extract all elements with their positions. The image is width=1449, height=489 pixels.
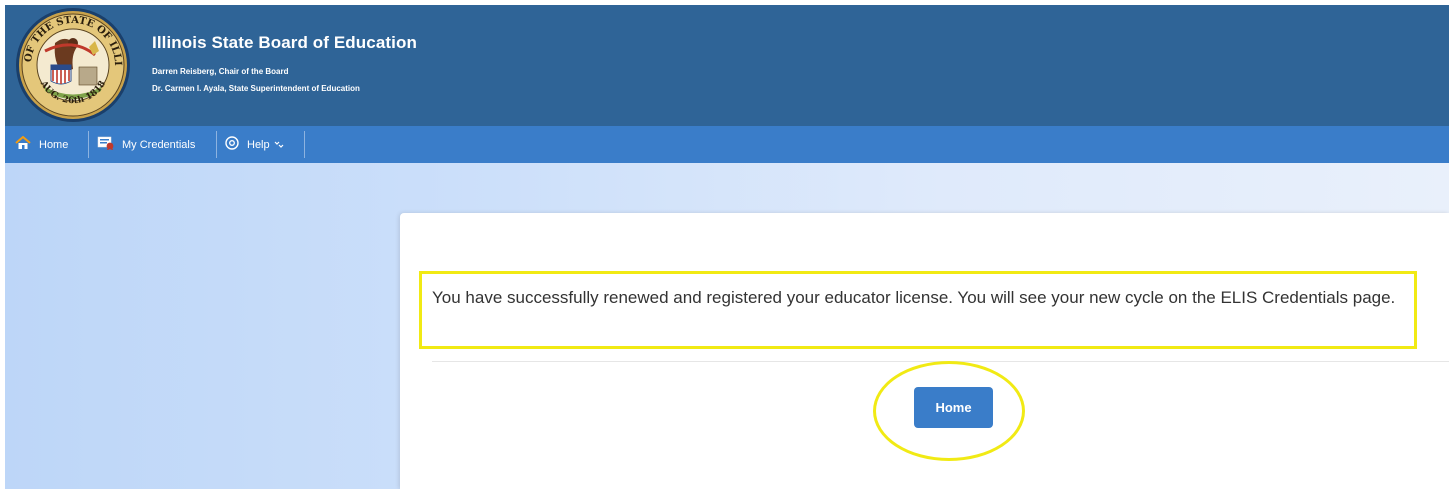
site-header: SEAL OF THE STATE OF ILLINOIS AUG. 26th …	[5, 5, 1449, 126]
chevron-down-icon	[274, 139, 284, 151]
superintendent-line: Dr. Carmen I. Ayala, State Superintenden…	[152, 84, 360, 93]
nav-divider	[88, 131, 89, 158]
nav-my-credentials-label: My Credentials	[122, 138, 196, 151]
nav-help[interactable]: Help	[225, 126, 284, 163]
nav-home[interactable]: Home	[15, 126, 68, 163]
nav-help-label: Help	[247, 138, 270, 151]
nav-my-credentials[interactable]: My Credentials	[97, 126, 195, 163]
nav-home-label: Home	[39, 138, 69, 151]
site-title: Illinois State Board of Education	[152, 33, 417, 52]
help-circle-icon	[225, 136, 239, 153]
credentials-icon	[97, 136, 114, 153]
state-seal-icon: SEAL OF THE STATE OF ILLINOIS AUG. 26th …	[15, 7, 130, 122]
nav-divider	[304, 131, 305, 158]
house-icon	[15, 135, 31, 153]
main-navbar: Home My Credentials Help	[5, 126, 1449, 163]
board-chair-line: Darren Reisberg, Chair of the Board	[152, 67, 289, 76]
home-button[interactable]: Home	[914, 387, 993, 428]
success-message: You have successfully renewed and regist…	[419, 271, 1417, 349]
nav-divider	[216, 131, 217, 158]
